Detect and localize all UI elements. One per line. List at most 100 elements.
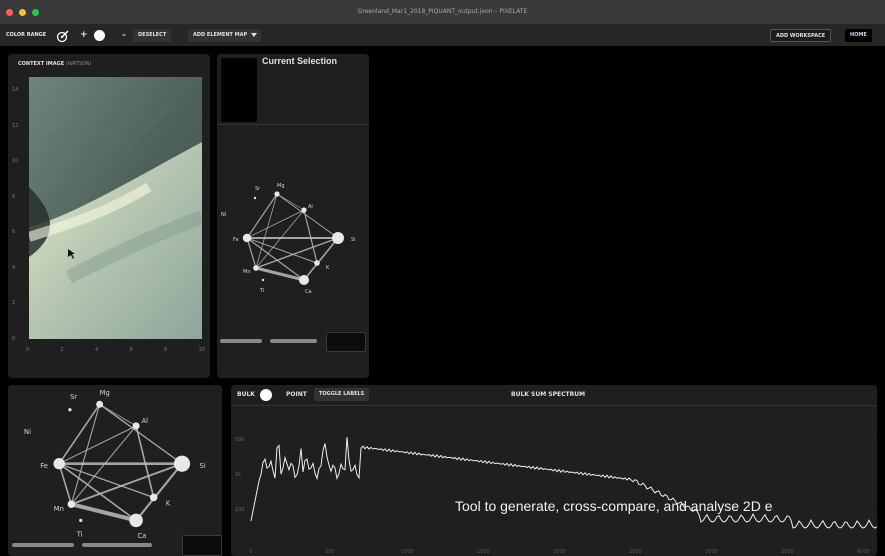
graph-node-label: Ca — [137, 532, 146, 540]
context-y-tick: 8 — [12, 193, 16, 200]
graph-node[interactable] — [242, 233, 252, 243]
graph-node[interactable] — [79, 518, 83, 523]
graph-node[interactable] — [261, 278, 265, 282]
context-image-title: CONTEXT IMAGE (WATSON) — [18, 61, 92, 67]
graph-node[interactable] — [149, 493, 158, 502]
graph-node[interactable] — [332, 232, 344, 244]
selection-color-swatch[interactable] — [326, 332, 366, 352]
graph-slider-left[interactable] — [12, 543, 74, 547]
graph-node[interactable] — [299, 275, 309, 285]
context-image-panel: CONTEXT IMAGE (WATSON) 14 12 10 8 6 4 2 0 0 2 4 6 8… — [8, 54, 210, 378]
brush-size-indicator[interactable] — [94, 30, 105, 41]
context-image-canvas[interactable] — [29, 77, 202, 339]
graph-node-label: Ca — [305, 289, 312, 295]
graph-color-swatch[interactable] — [182, 535, 222, 556]
spectrum-x-tick: 2000 — [553, 549, 566, 555]
graph-node-label: Mg — [100, 389, 110, 397]
chevron-down-icon — [251, 33, 258, 37]
graph-edge — [246, 193, 278, 239]
context-x-tick: 8 — [164, 347, 168, 353]
graph-node[interactable] — [253, 265, 259, 271]
graph-node-label: Ti — [259, 288, 264, 294]
context-x-tick: 0 — [26, 347, 30, 353]
selection-preview-thumbnail[interactable] — [221, 58, 257, 122]
graph-edge — [276, 193, 305, 211]
element-correlation-graph[interactable]: Sr Mg Ni Al Fe Si Mn K Ti Ca — [217, 174, 369, 304]
graph-edge — [246, 209, 305, 239]
graph-node[interactable] — [253, 196, 257, 200]
spectrum-x-tick: 1500 — [477, 549, 490, 555]
graph-node[interactable] — [301, 207, 307, 213]
graph-edge — [58, 403, 101, 465]
graph-node-label: Fe — [233, 237, 239, 243]
spectrum-panel: BULK POINT TOGGLE LABELS BULK SUM SPECTR… — [231, 385, 877, 556]
spectrum-y-tick: 100 — [235, 507, 245, 513]
bulk-point-toggle[interactable] — [260, 389, 272, 401]
element-correlation-graph-large[interactable]: Sr Mg Ni Al Fe Si Mn K Ti Ca — [8, 385, 222, 545]
context-y-tick: 10 — [12, 158, 19, 164]
graph-node-label: Ti — [76, 531, 83, 539]
graph-node-label: Al — [142, 417, 149, 425]
graph-node-label: Sr — [70, 393, 77, 401]
graph-node-label: Mn — [54, 505, 64, 513]
spectrum-x-tick: 3500 — [781, 549, 794, 555]
add-element-map-button[interactable]: ADD ELEMENT MAP — [188, 29, 262, 42]
graph-edge — [58, 463, 73, 505]
plus-button[interactable]: + — [80, 24, 88, 46]
element-graph-panel: Sr Mg Ni Al Fe Si Mn K Ti Ca — [8, 385, 222, 556]
spectrum-x-tick: 1000 — [401, 549, 414, 555]
spectrum-x-tick: 3000 — [705, 549, 718, 555]
context-y-tick: 4 — [12, 264, 16, 271]
spectrum-x-tick: 500 — [325, 549, 335, 555]
add-workspace-button[interactable]: ADD WORKSPACE — [770, 29, 832, 42]
graph-node[interactable] — [314, 260, 320, 266]
graph-node-label: Mn — [243, 269, 250, 275]
graph-node[interactable] — [68, 408, 72, 412]
context-x-tick: 6 — [129, 347, 133, 353]
spectrum-x-tick: 4000 — [857, 549, 870, 555]
selection-divider — [217, 124, 369, 125]
graph-node-label: Ni — [24, 428, 31, 436]
graph-node[interactable] — [129, 513, 143, 528]
spectrum-y-tick: 10k — [235, 437, 244, 443]
context-y-tick: 14 — [12, 87, 19, 93]
graph-node-label: Ni — [221, 212, 226, 218]
deselect-button[interactable]: DESELECT — [133, 29, 172, 42]
graph-node[interactable] — [96, 400, 104, 408]
spectrum-title: BULK SUM SPECTRUM — [511, 391, 586, 398]
context-y-tick: 0 — [12, 335, 16, 342]
window-title: Greenland_Mar1_2018_PIQUANT_output.jeon … — [357, 8, 528, 15]
spectrum-trace — [250, 437, 877, 529]
context-x-tick: 4 — [95, 347, 99, 353]
graph-node-label: Fe — [40, 462, 48, 470]
color-picker-icon[interactable] — [56, 28, 70, 43]
graph-node[interactable] — [173, 455, 191, 472]
spectrum-y-tick: 1k — [235, 472, 241, 478]
add-element-map-label: ADD ELEMENT MAP — [193, 32, 248, 38]
window-titlebar: Greenland_Mar1_2018_PIQUANT_output.jeon … — [0, 0, 885, 24]
toolbar: COLOR RANGE + – DESELECT ADD ELEMENT MAP… — [0, 24, 885, 46]
selection-slider-left[interactable] — [220, 339, 262, 343]
graph-node[interactable] — [53, 458, 65, 470]
graph-node-label: Si — [351, 237, 356, 243]
graph-edge — [246, 237, 318, 264]
graph-slider-right[interactable] — [82, 543, 152, 547]
graph-node-label: K — [166, 500, 171, 508]
spectrum-x-tick: 0 — [249, 549, 252, 555]
spectrum-plot[interactable]: 10k1k1000 500 1000 1500 2000 2500 3000 3500 4000 — [231, 406, 877, 556]
graph-node[interactable] — [67, 500, 76, 508]
graph-edge — [58, 463, 154, 499]
selection-slider-right[interactable] — [270, 339, 317, 343]
graph-edge — [58, 425, 137, 465]
graph-node[interactable] — [274, 191, 280, 197]
context-y-tick: 6 — [12, 229, 16, 235]
minus-button[interactable]: – — [122, 24, 126, 46]
home-tab[interactable]: HOME — [845, 29, 872, 42]
context-x-tick: 10 — [198, 347, 205, 353]
graph-node-label: K — [326, 265, 330, 271]
graph-edge — [255, 193, 278, 269]
graph-node[interactable] — [132, 422, 140, 430]
toggle-labels-button[interactable]: TOGGLE LABELS — [314, 388, 370, 401]
graph-node-label: Al — [308, 204, 313, 210]
graph-node-label: Mg — [277, 183, 285, 189]
